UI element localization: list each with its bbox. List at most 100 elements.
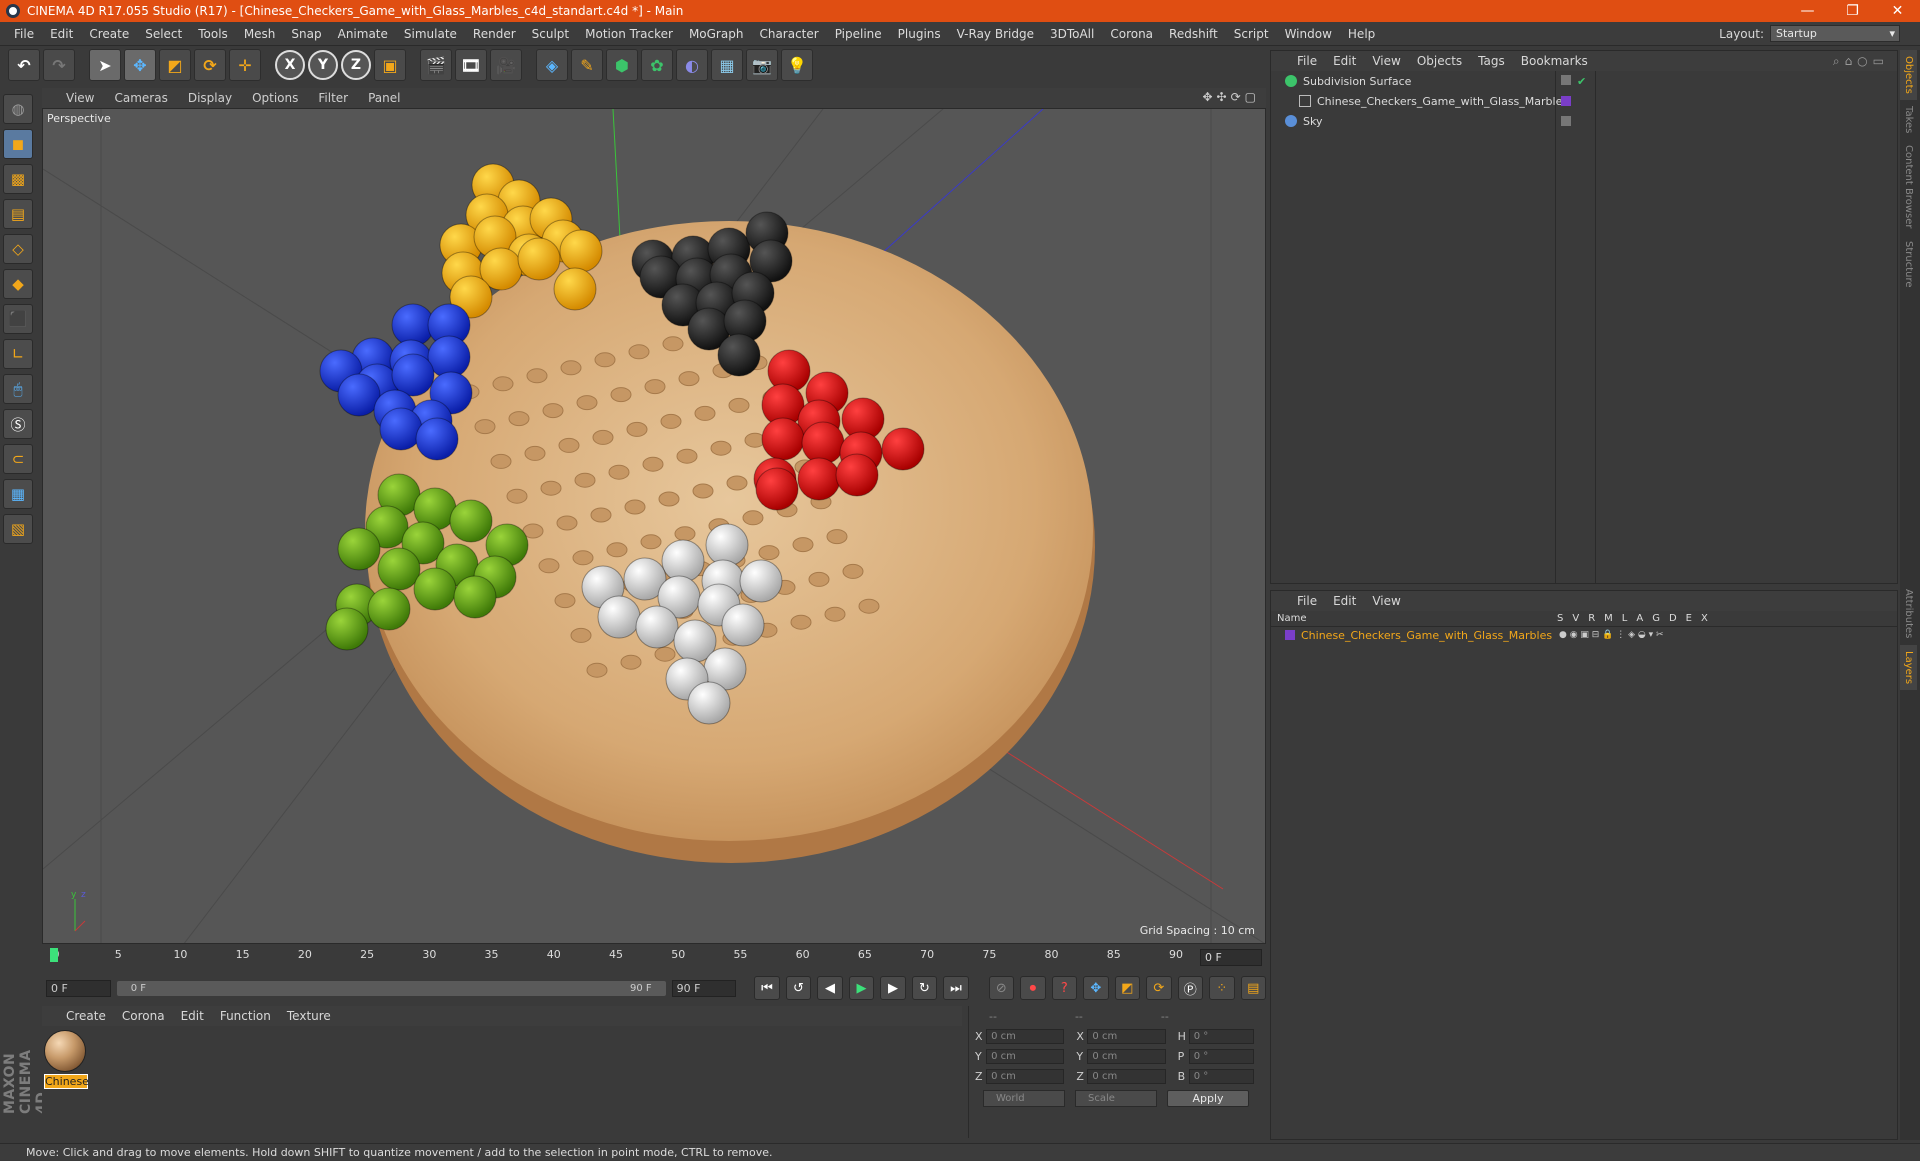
redo-icon[interactable]: ↷ xyxy=(43,49,75,81)
material-menu-edit[interactable]: Edit xyxy=(173,1009,212,1023)
end-frame-field[interactable]: 90 F xyxy=(671,979,737,997)
object-row-chinese-checkers[interactable]: Chinese_Checkers_Game_with_Glass_Marbles xyxy=(1271,91,1897,111)
obj-menu-objects[interactable]: Objects xyxy=(1409,54,1470,68)
layer-tag-icon[interactable] xyxy=(1561,116,1571,126)
subdivision-surface-icon[interactable]: ⬢ xyxy=(606,49,638,81)
layer-tag-icon[interactable] xyxy=(1561,74,1571,85)
menu-animate[interactable]: Animate xyxy=(330,27,396,41)
key-position-icon[interactable]: ✥ xyxy=(1083,976,1109,1000)
menu-script[interactable]: Script xyxy=(1226,27,1277,41)
rotate-tool-icon[interactable]: ⟳ xyxy=(194,49,226,81)
next-key-icon[interactable]: ↻ xyxy=(911,976,938,1000)
menu-render[interactable]: Render xyxy=(465,27,524,41)
light-icon[interactable]: 💡 xyxy=(781,49,813,81)
coordinate-system-icon[interactable]: ▣ xyxy=(374,49,406,81)
menu-corona[interactable]: Corona xyxy=(1102,27,1161,41)
transform-tool-icon[interactable]: ✛ xyxy=(229,49,261,81)
timeline-ruler[interactable]: 051015202530354045505560657075808590 0 F xyxy=(42,946,1266,970)
menu-help[interactable]: Help xyxy=(1340,27,1383,41)
camera-icon[interactable]: 📷 xyxy=(746,49,778,81)
key-parameter-icon[interactable]: Ⓟ xyxy=(1177,976,1204,1000)
viewport-menu-filter[interactable]: Filter xyxy=(308,91,358,105)
size-z-field[interactable]: 0 cm xyxy=(1087,1068,1166,1084)
tab-objects[interactable]: Objects xyxy=(1900,50,1917,100)
x-axis-lock-icon[interactable]: X xyxy=(275,50,305,80)
menu-snap[interactable]: Snap xyxy=(283,27,329,41)
close-button[interactable]: ✕ xyxy=(1875,0,1920,22)
make-editable-icon[interactable]: ◍ xyxy=(3,94,33,124)
minimize-button[interactable]: — xyxy=(1785,0,1830,22)
layer-row[interactable]: Chinese_Checkers_Game_with_Glass_Marbles… xyxy=(1271,627,1897,643)
rotation-b-field[interactable]: 0 ° xyxy=(1188,1068,1254,1084)
viewport-menu-panel[interactable]: Panel xyxy=(358,91,410,105)
points-mode-icon[interactable]: ◇ xyxy=(3,234,33,264)
menu-mesh[interactable]: Mesh xyxy=(236,27,284,41)
model-mode-icon[interactable]: ◼ xyxy=(3,129,33,159)
menu-edit[interactable]: Edit xyxy=(42,27,81,41)
tab-attributes[interactable]: Attributes xyxy=(1900,583,1917,644)
play-forward-icon[interactable]: ▶ xyxy=(848,976,875,1000)
mograph-cloner-icon[interactable]: ✿ xyxy=(641,49,673,81)
playhead[interactable] xyxy=(50,948,58,962)
menu-plugins[interactable]: Plugins xyxy=(890,27,949,41)
rotation-h-field[interactable]: 0 ° xyxy=(1188,1028,1254,1044)
tab-content-browser[interactable]: Content Browser xyxy=(1900,139,1917,234)
material-menu-texture[interactable]: Texture xyxy=(279,1009,339,1023)
menu-character[interactable]: Character xyxy=(751,27,826,41)
material-menu-create[interactable]: Create xyxy=(58,1009,114,1023)
coordinate-mode-dropdown[interactable]: World xyxy=(983,1090,1065,1107)
record-keys-icon[interactable]: ⊘ xyxy=(988,976,1015,1000)
viewport-menu-cameras[interactable]: Cameras xyxy=(104,91,177,105)
workplane-lock-icon[interactable]: ▦ xyxy=(3,479,33,509)
select-arrow-icon[interactable]: ➤ xyxy=(89,49,121,81)
deformer-icon[interactable]: ◐ xyxy=(676,49,708,81)
tab-structure[interactable]: Structure xyxy=(1900,235,1917,294)
viewport-nav-icons[interactable]: ✥✣⟳▢ xyxy=(1202,90,1260,104)
menu-sculpt[interactable]: Sculpt xyxy=(524,27,577,41)
obj-menu-edit[interactable]: Edit xyxy=(1325,54,1364,68)
layout-dropdown[interactable]: Startup xyxy=(1770,25,1900,42)
perspective-viewport[interactable]: y z Perspective Grid Spacing : 10 cm xyxy=(42,108,1266,944)
next-frame-icon[interactable]: ▶ xyxy=(880,976,906,1000)
menu-motion-tracker[interactable]: Motion Tracker xyxy=(577,27,681,41)
obj-search-home-icons[interactable]: ⌕⌂○▭ xyxy=(1833,54,1889,69)
previous-key-icon[interactable]: ↺ xyxy=(785,976,812,1000)
maximize-button[interactable]: ❐ xyxy=(1830,0,1875,22)
tab-takes[interactable]: Takes xyxy=(1900,100,1917,139)
layer-menu-view[interactable]: View xyxy=(1364,594,1408,608)
menu-create[interactable]: Create xyxy=(81,27,137,41)
go-to-end-icon[interactable]: ⏭ xyxy=(943,976,969,1000)
tab-layers[interactable]: Layers xyxy=(1900,644,1917,690)
render-settings-icon[interactable]: 🎥 xyxy=(490,49,522,81)
menu-vray-bridge[interactable]: V-Ray Bridge xyxy=(949,27,1042,41)
scale-tool-icon[interactable]: ◩ xyxy=(159,49,191,81)
material-swatch[interactable]: Chinese xyxy=(44,1030,89,1089)
position-x-field[interactable]: 0 cm xyxy=(986,1028,1065,1044)
go-to-start-icon[interactable]: ⏮ xyxy=(754,976,780,1000)
rotation-p-field[interactable]: 0 ° xyxy=(1188,1048,1254,1064)
workplane-planar-icon[interactable]: ▧ xyxy=(3,514,33,544)
cube-primitive-icon[interactable]: ◈ xyxy=(536,49,568,81)
viewport-menu-display[interactable]: Display xyxy=(178,91,242,105)
tweak-mode-icon[interactable]: 🖱 xyxy=(3,374,33,404)
material-menu-function[interactable]: Function xyxy=(212,1009,279,1023)
keyframe-selection-icon[interactable]: ? xyxy=(1051,976,1078,1000)
menu-select[interactable]: Select xyxy=(137,27,190,41)
size-mode-dropdown[interactable]: Scale xyxy=(1075,1090,1157,1107)
menu-file[interactable]: File xyxy=(6,27,42,41)
enabled-check-icon[interactable]: ✔ xyxy=(1577,75,1586,88)
key-rotation-icon[interactable]: ⟳ xyxy=(1146,976,1172,1000)
size-y-field[interactable]: 0 cm xyxy=(1087,1048,1166,1064)
viewport-menu-view[interactable]: View xyxy=(56,91,104,105)
undo-icon[interactable]: ↶ xyxy=(8,49,40,81)
menu-3dtoall[interactable]: 3DToAll xyxy=(1042,27,1102,41)
key-point-level-icon[interactable]: ⁘ xyxy=(1209,976,1235,1000)
key-scale-icon[interactable]: ◩ xyxy=(1114,976,1141,1000)
snap-magnet-icon[interactable]: ⊂ xyxy=(3,444,33,474)
menu-redshift[interactable]: Redshift xyxy=(1161,27,1226,41)
obj-menu-file[interactable]: File xyxy=(1289,54,1325,68)
material-menu-corona[interactable]: Corona xyxy=(114,1009,173,1023)
position-z-field[interactable]: 0 cm xyxy=(986,1068,1065,1084)
obj-menu-tags[interactable]: Tags xyxy=(1470,54,1513,68)
pen-spline-icon[interactable]: ✎ xyxy=(571,49,603,81)
